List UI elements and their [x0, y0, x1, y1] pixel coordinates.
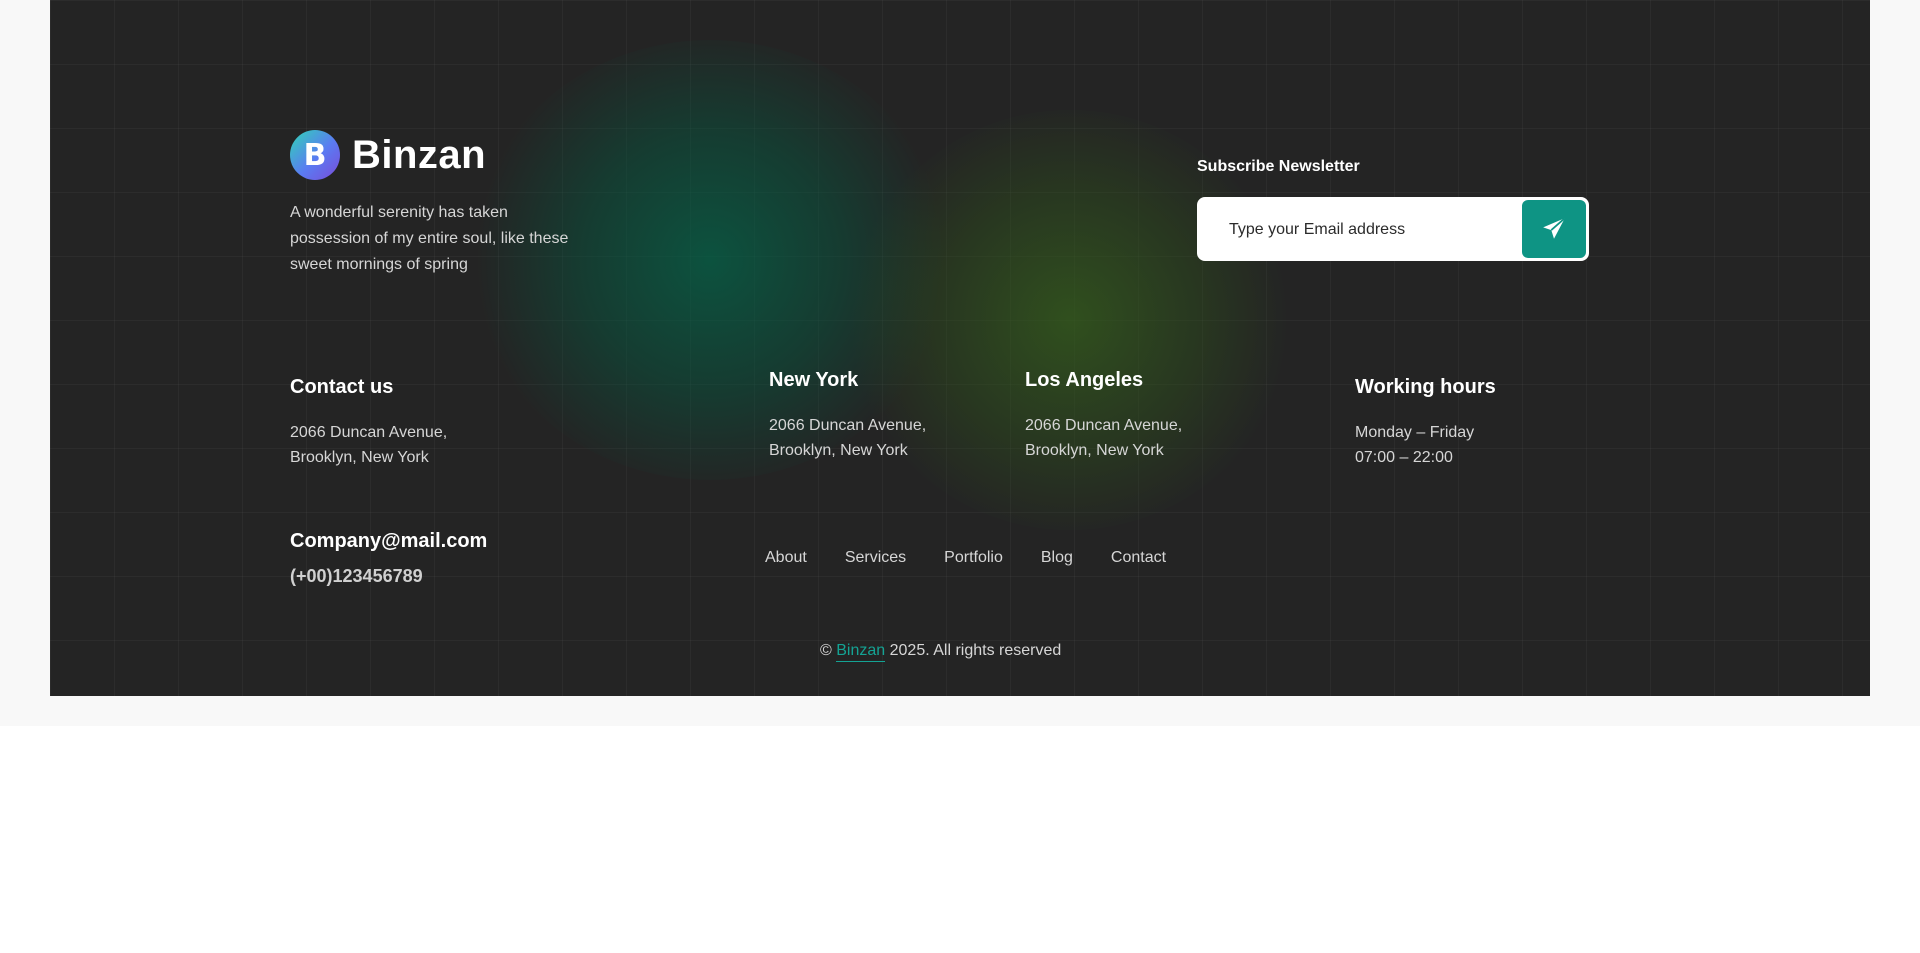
contact-address-line2: Brooklyn, New York: [290, 449, 429, 466]
brand-logo-letter: B: [303, 137, 327, 173]
copyright-brand-link[interactable]: Binzan: [836, 642, 886, 662]
newsletter-submit-button[interactable]: [1522, 200, 1586, 258]
copyright: © Binzan 2025. All rights reserved: [820, 642, 1062, 662]
newsletter-title: Subscribe Newsletter: [1197, 158, 1360, 175]
office-newyork-line2: Brooklyn, New York: [769, 442, 908, 459]
paper-plane-icon: [1543, 217, 1566, 239]
newsletter-form: [1197, 197, 1589, 263]
office-newyork-title: New York: [769, 369, 859, 391]
grid-background: [50, 0, 1870, 696]
working-hours-title: Working hours: [1355, 376, 1496, 398]
office-losangeles-line2: Brooklyn, New York: [1025, 442, 1164, 459]
nav-link-contact[interactable]: Contact: [1111, 549, 1166, 567]
working-hours-text: Monday – Friday 07:00 – 22:00: [1355, 420, 1474, 470]
nav-link-portfolio[interactable]: Portfolio: [944, 549, 1003, 567]
office-newyork-address: 2066 Duncan Avenue, Brooklyn, New York: [769, 413, 926, 463]
contact-address: 2066 Duncan Avenue, Brooklyn, New York: [290, 420, 447, 470]
copyright-symbol: ©: [820, 642, 832, 659]
office-losangeles-title: Los Angeles: [1025, 369, 1144, 391]
nav-link-about[interactable]: About: [765, 549, 807, 567]
brand-name: Binzan: [352, 132, 487, 177]
site-footer: B Binzan A wonderful serenity has taken …: [50, 0, 1870, 696]
contact-title: Contact us: [290, 376, 394, 398]
brand-logo-icon: B: [290, 130, 340, 180]
brand-home-link[interactable]: B Binzan: [290, 130, 486, 180]
office-newyork-line1: 2066 Duncan Avenue,: [769, 417, 927, 434]
working-hours-days: Monday – Friday: [1355, 424, 1475, 441]
nav-link-services[interactable]: Services: [845, 549, 906, 567]
office-losangeles-address: 2066 Duncan Avenue, Brooklyn, New York: [1025, 413, 1182, 463]
contact-email-link[interactable]: Company@mail.com: [290, 530, 487, 553]
footer-nav: About Services Portfolio Blog Contact: [765, 549, 1166, 567]
contact-phone-link[interactable]: (+00)123456789: [290, 566, 423, 587]
newsletter-email-input[interactable]: [1197, 197, 1541, 263]
nav-link-blog[interactable]: Blog: [1041, 549, 1073, 567]
contact-address-line1: 2066 Duncan Avenue,: [290, 424, 448, 441]
office-losangeles-line1: 2066 Duncan Avenue,: [1025, 417, 1183, 434]
working-hours-time: 07:00 – 22:00: [1355, 449, 1453, 466]
brand-description: A wonderful serenity has taken possessio…: [290, 204, 569, 273]
copyright-text: 2025. All rights reserved: [889, 642, 1062, 659]
